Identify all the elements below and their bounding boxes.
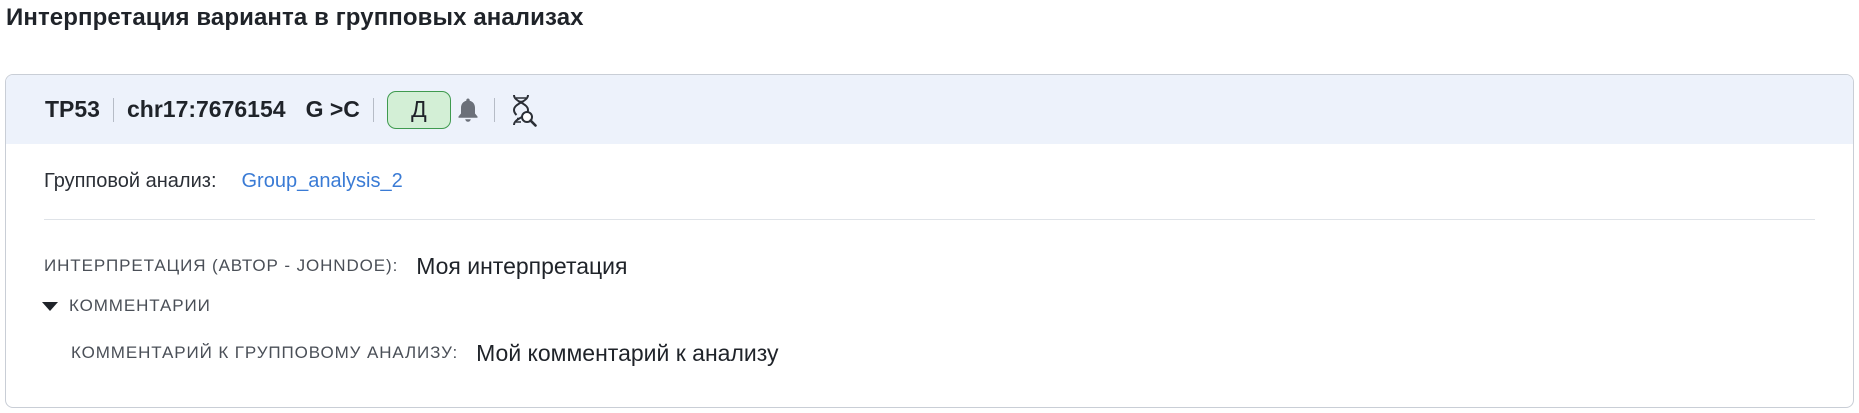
comments-toggle[interactable]: КОММЕНТАРИИ <box>42 293 1815 319</box>
caret-down-icon <box>42 301 58 311</box>
interpretation-label: ИНТЕРПРЕТАЦИЯ (АВТОР - JOHNDOE): <box>44 256 399 275</box>
comment-label: КОММЕНТАРИЙ К ГРУППОВОМУ АНАЛИЗУ: <box>71 343 459 362</box>
interpretation-value: Моя интерпретация <box>416 252 628 279</box>
variant-header: TP53 chr17:7676154 G >C Д <box>6 75 1853 144</box>
group-analysis-label: Групповой анализ: <box>44 170 217 192</box>
header-divider <box>493 97 495 122</box>
section-title: Интерпретация варианта в групповых анали… <box>6 4 584 31</box>
comment-value: Мой комментарий к анализу <box>476 339 779 366</box>
page: Интерпретация варианта в групповых анали… <box>0 0 1859 413</box>
variant-interpretation-card: TP53 chr17:7676154 G >C Д Групповой анал… <box>5 74 1854 408</box>
bell-icon[interactable] <box>455 95 481 125</box>
dna-search-icon[interactable] <box>508 93 538 127</box>
interpretation-row: ИНТЕРПРЕТАЦИЯ (АВТОР - JOHNDOE): Моя инт… <box>44 251 1815 281</box>
comment-item: КОММЕНТАРИЙ К ГРУППОВОМУ АНАЛИЗУ: Мой ко… <box>71 338 1815 368</box>
group-analysis-link[interactable]: Group_analysis_2 <box>242 170 403 193</box>
group-analysis-row: Групповой анализ: Group_analysis_2 <box>44 144 1815 220</box>
comments-toggle-label: КОММЕНТАРИИ <box>69 296 211 315</box>
gene-name: TP53 <box>45 96 100 122</box>
classification-badge[interactable]: Д <box>386 90 451 129</box>
variant-change: G >C <box>305 96 360 122</box>
header-divider <box>112 97 114 122</box>
card-body: Групповой анализ: Group_analysis_2 ИНТЕР… <box>6 144 1853 368</box>
header-divider <box>372 97 374 122</box>
variant-position: chr17:7676154 <box>126 96 286 122</box>
